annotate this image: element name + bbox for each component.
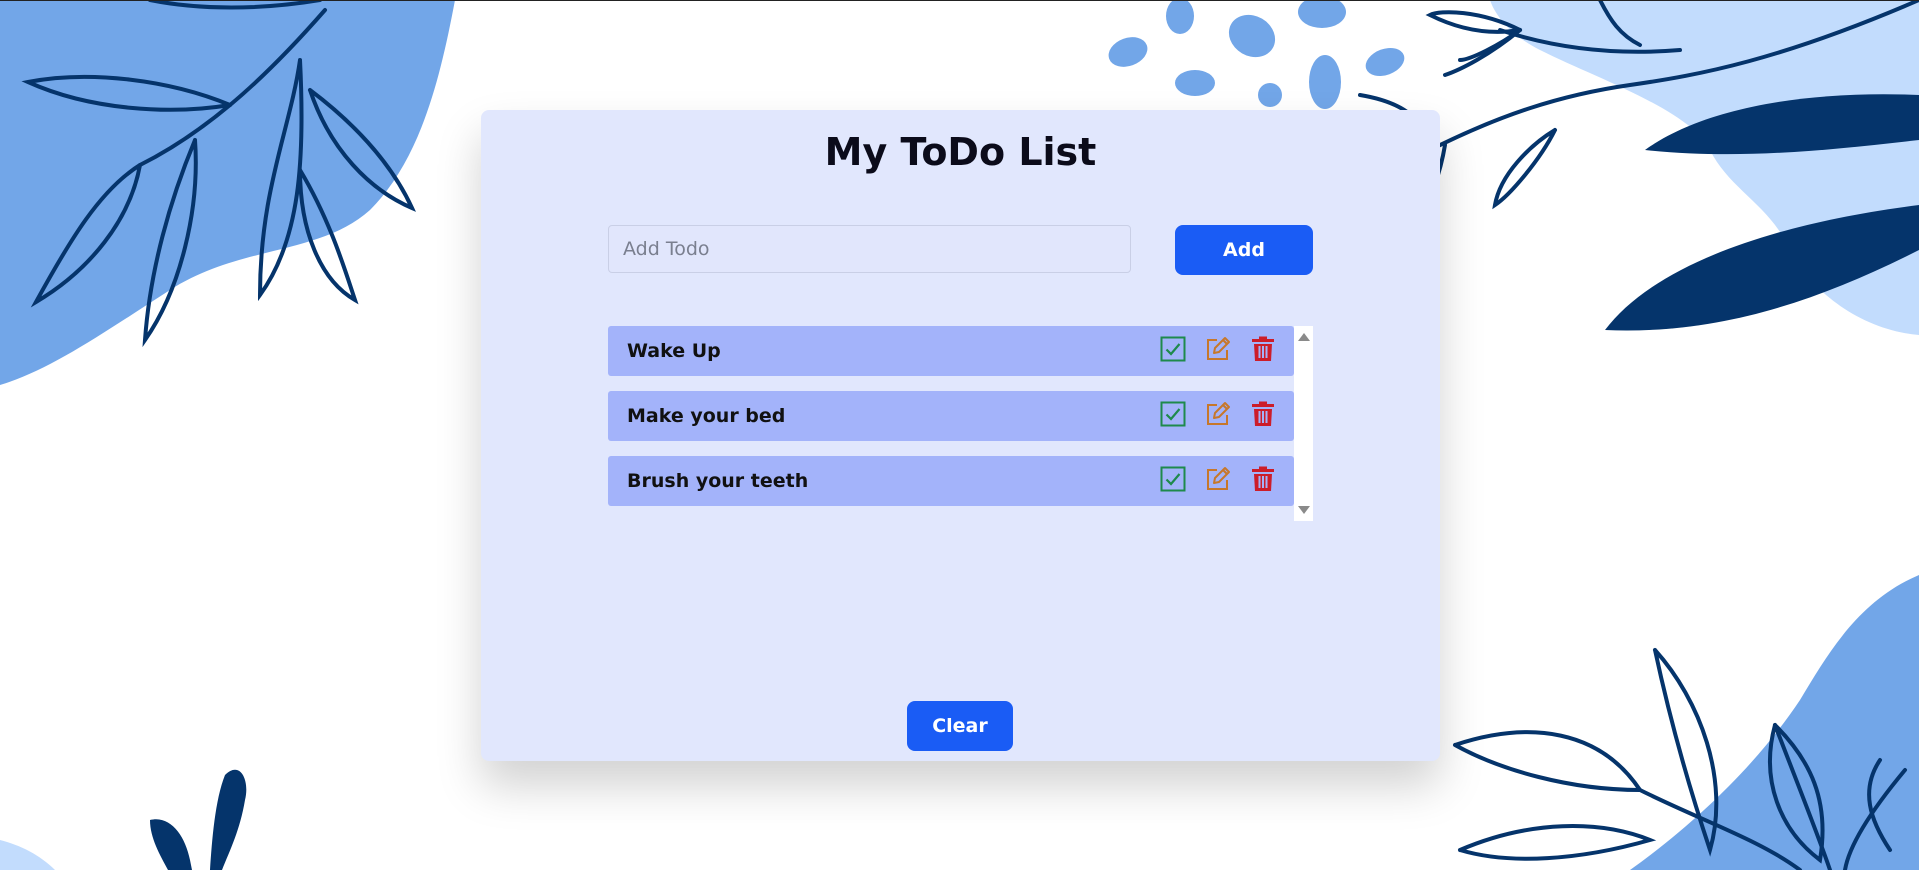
todo-item: Wake Up [608,326,1294,376]
todo-item: Brush your teeth [608,456,1294,506]
edit-pencil-icon[interactable] [1205,466,1231,492]
top-border [0,0,1919,1]
check-square-icon[interactable] [1160,401,1186,427]
todo-item-actions [1160,401,1276,427]
trash-icon[interactable] [1250,466,1276,492]
clear-button[interactable]: Clear [907,701,1013,751]
scroll-up-arrow-icon[interactable] [1298,333,1310,341]
trash-icon[interactable] [1250,401,1276,427]
todo-item-label: Wake Up [627,340,721,362]
page-title: My ToDo List [824,130,1097,174]
todo-list-container: Wake Up Make your bed Brush your teeth [608,326,1313,521]
list-scrollbar[interactable] [1294,326,1313,521]
leaf-cluster-bottom-left [150,769,247,870]
scroll-down-arrow-icon[interactable] [1298,506,1310,514]
todo-list: Wake Up Make your bed Brush your teeth [608,326,1294,521]
edit-pencil-icon[interactable] [1205,401,1231,427]
check-square-icon[interactable] [1160,336,1186,362]
add-button[interactable]: Add [1175,225,1313,275]
background-blob [0,840,55,870]
todo-card: My ToDo List Add Wake Up [481,110,1440,761]
background-spots [1108,0,1405,109]
todo-item-label: Brush your teeth [627,470,809,492]
todo-item-actions [1160,466,1276,492]
todo-item-actions [1160,336,1276,362]
check-square-icon[interactable] [1160,466,1186,492]
add-todo-input[interactable] [608,225,1131,273]
todo-item-label: Make your bed [627,405,786,427]
todo-item: Make your bed [608,391,1294,441]
edit-pencil-icon[interactable] [1205,336,1231,362]
trash-icon[interactable] [1250,336,1276,362]
